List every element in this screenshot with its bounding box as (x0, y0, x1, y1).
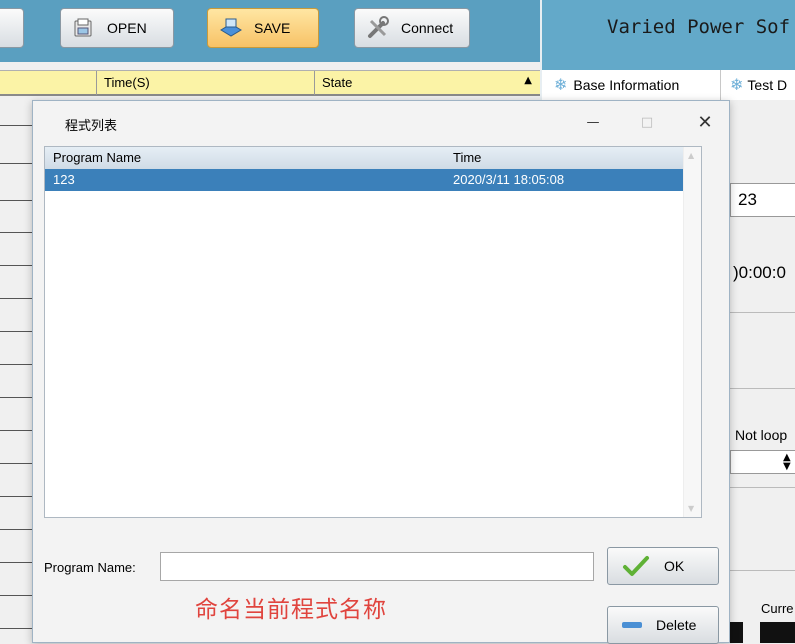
column-divider (314, 71, 315, 95)
checkmark-icon (622, 554, 650, 578)
minus-icon (620, 620, 644, 630)
toolbar: OPEN SAVE Connect (0, 0, 540, 62)
column-state[interactable]: State (322, 75, 352, 90)
ok-button[interactable]: OK (607, 547, 719, 585)
toolbar-partial-button[interactable] (0, 8, 24, 48)
table-row (0, 430, 32, 431)
table-row (0, 232, 32, 233)
connect-button[interactable]: Connect (354, 8, 470, 48)
table-row (0, 562, 32, 563)
table-row (0, 265, 32, 266)
app-title: Varied Power Sof (607, 16, 791, 38)
connect-label: Connect (401, 20, 454, 36)
program-list-dialog: 程式列表 — □ ✕ Program Name Time 123 2020/3/… (32, 100, 730, 644)
value-text: 23 (738, 190, 757, 209)
tab-bar: ❄ Base Information ❄ Test D (542, 70, 795, 100)
table-row (0, 125, 32, 126)
table-row (0, 364, 32, 365)
tab-divider (720, 70, 721, 100)
table-row (0, 595, 32, 596)
current-label: Curre (761, 601, 794, 616)
scroll-down-icon[interactable]: ▼ (688, 504, 694, 513)
snowflake-icon: ❄ (554, 77, 568, 94)
loop-label: Not loop (735, 427, 788, 443)
folder-icon (71, 15, 97, 41)
tab-base-information[interactable]: ❄ Base Information (554, 70, 679, 100)
close-icon[interactable]: ✕ (693, 111, 717, 133)
table-row (0, 496, 32, 497)
divider (730, 388, 795, 389)
column-program-name[interactable]: Program Name (53, 150, 141, 165)
tab-label: Test D (747, 77, 788, 93)
open-label: OPEN (107, 20, 147, 36)
list-header: Program Name Time (45, 147, 685, 169)
program-time-cell: 2020/3/11 18:05:08 (453, 172, 565, 187)
tab-label: Base Information (573, 77, 680, 93)
save-label: SAVE (254, 20, 291, 36)
table-row (0, 163, 32, 164)
column-divider (96, 71, 97, 95)
divider (730, 487, 795, 488)
scrollbar[interactable]: ▲ ▼ (683, 147, 701, 517)
table-row (0, 529, 32, 530)
delete-label: Delete (656, 617, 697, 633)
table-header: Time(S) State ▲ (0, 70, 540, 96)
program-list[interactable]: Program Name Time 123 2020/3/11 18:05:08… (44, 146, 702, 518)
divider (730, 570, 795, 571)
table-row (0, 628, 32, 629)
display-block (760, 622, 795, 643)
tools-icon (365, 15, 391, 41)
save-icon (218, 15, 244, 41)
table-row (0, 331, 32, 332)
table-row (0, 397, 32, 398)
program-name-label: Program Name: (44, 560, 136, 575)
list-item[interactable]: 123 2020/3/11 18:05:08 (45, 169, 685, 191)
save-button[interactable]: SAVE (207, 8, 319, 48)
dialog-title: 程式列表 (65, 119, 118, 134)
column-time[interactable]: Time(S) (104, 75, 150, 90)
table-row (0, 463, 32, 464)
value-field[interactable]: 23 (730, 183, 795, 217)
snowflake-icon: ❄ (730, 77, 744, 94)
scroll-up-icon[interactable]: ▲ (524, 75, 532, 86)
column-time[interactable]: Time (453, 150, 481, 165)
open-button[interactable]: OPEN (60, 8, 174, 48)
delete-button[interactable]: Delete (607, 606, 719, 644)
time-display: )0:00:0 (733, 263, 786, 282)
maximize-icon: □ (640, 114, 654, 130)
stepper-arrows-icon[interactable]: ▲ ▼ (783, 453, 791, 472)
loop-stepper[interactable]: ▲ ▼ (730, 450, 795, 474)
table-row (0, 200, 32, 201)
program-name-input[interactable] (160, 552, 594, 581)
divider (730, 312, 795, 313)
display-block (730, 622, 743, 643)
hint-text: 命名当前程式名称 (195, 597, 387, 623)
tab-test[interactable]: ❄ Test D (730, 70, 787, 100)
minimize-icon[interactable]: — (581, 111, 605, 133)
ok-label: OK (664, 558, 685, 574)
program-name-cell: 123 (53, 172, 75, 187)
scroll-up-icon[interactable]: ▲ (688, 151, 694, 160)
table-row (0, 298, 32, 299)
